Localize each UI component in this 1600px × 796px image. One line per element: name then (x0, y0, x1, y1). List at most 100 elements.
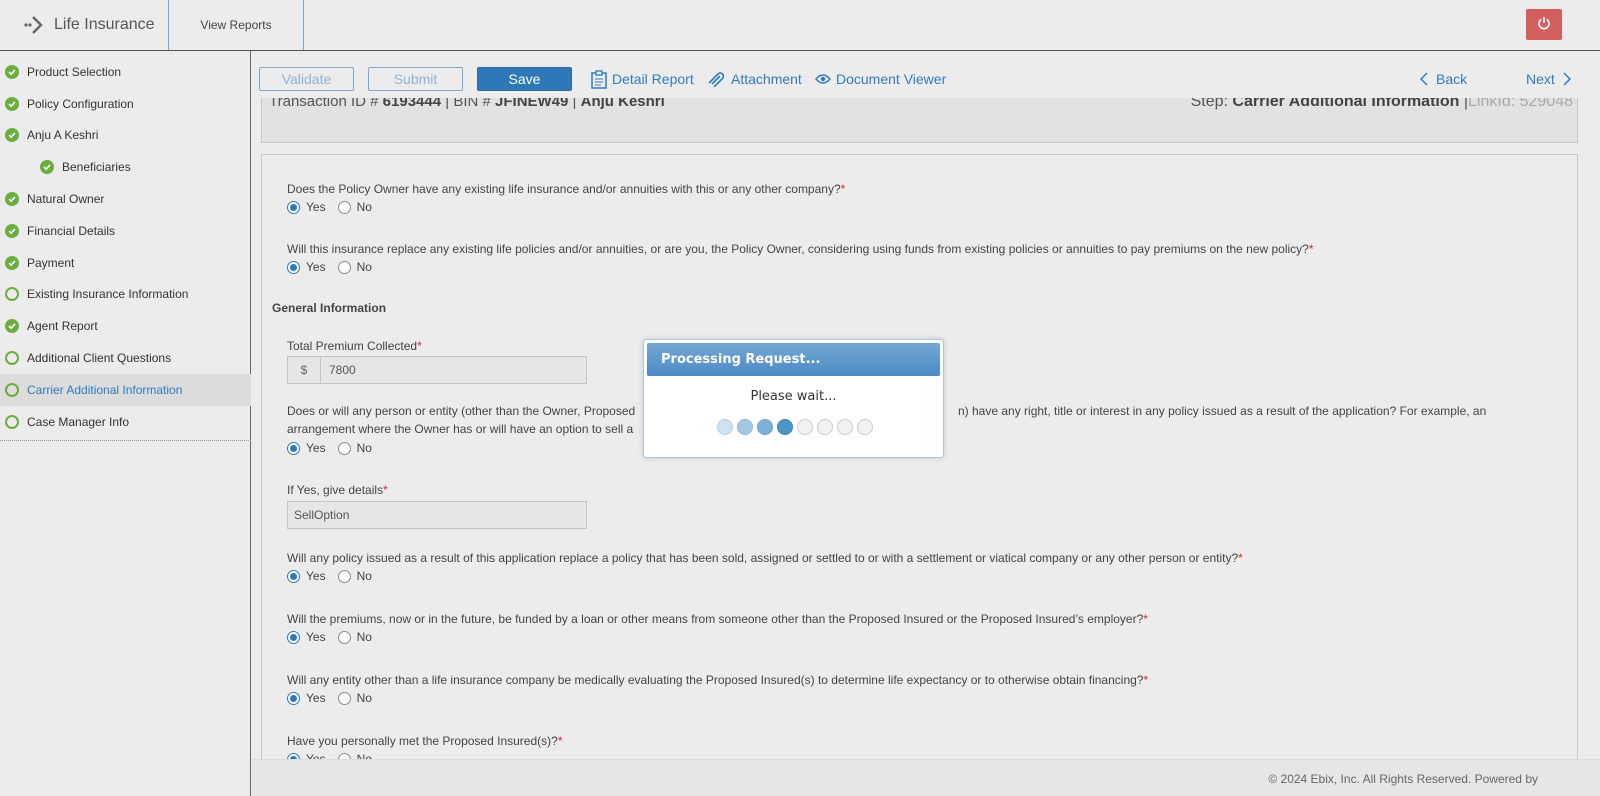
processing-dialog: Processing Request... Please wait... (643, 339, 944, 458)
required-marker: * (1143, 673, 1149, 687)
check-circle-icon (40, 160, 54, 175)
loading-dot (797, 419, 813, 435)
sidebar-item-financial-details[interactable]: Financial Details (0, 215, 251, 247)
next-link[interactable]: Next (1526, 67, 1571, 91)
sidebar-item-label: Additional Client Questions (27, 351, 172, 366)
empty-circle-icon (5, 382, 19, 397)
radio-no[interactable] (337, 200, 351, 214)
field-label: If Yes, give details (287, 483, 384, 497)
document-viewer-link[interactable]: Document Viewer (815, 67, 946, 91)
radio-yes[interactable] (287, 441, 300, 455)
field-label: Total Premium Collected (287, 339, 418, 353)
question-text: Does or will any person or entity (other… (287, 404, 636, 418)
radio-yes[interactable] (287, 630, 300, 644)
empty-circle-icon (5, 414, 19, 429)
premium-value: 7800 (329, 363, 356, 377)
check-circle-icon (5, 192, 19, 207)
radio-yes-label: Yes (306, 691, 326, 705)
back-label: Back (1436, 71, 1468, 87)
submit-button[interactable]: Submit (368, 67, 463, 91)
loading-dot (717, 419, 733, 435)
radio-no-label: No (356, 630, 372, 644)
dialog-message: Please wait... (750, 389, 837, 404)
details-value: SellOption (294, 508, 350, 522)
insured-name: Anju Keshri (580, 98, 665, 110)
radio-no[interactable] (337, 441, 351, 455)
sidebar-item-additional-client-questions[interactable]: Additional Client Questions (0, 342, 251, 374)
sidebar-item-label: Case Manager Info (27, 414, 130, 429)
chevron-logo-icon (24, 15, 46, 35)
question-met-insured: Have you personally met the Proposed Ins… (287, 734, 562, 748)
paperclip-icon (706, 71, 726, 87)
radio-no[interactable] (337, 691, 351, 705)
question-medical-evaluation: Will any entity other than a life insura… (287, 673, 1148, 687)
power-button[interactable] (1526, 9, 1562, 40)
save-button[interactable]: Save (477, 67, 572, 91)
premium-input[interactable]: $ 7800 (287, 356, 587, 384)
question-existing-insurance: Does the Policy Owner have any existing … (287, 182, 845, 196)
loading-dot (737, 419, 753, 435)
check-circle-icon (5, 223, 19, 238)
back-link[interactable]: Back (1420, 67, 1467, 91)
sidebar-item-insured[interactable]: Anju A Keshri (0, 120, 251, 152)
check-circle-icon (5, 96, 19, 111)
radio-no[interactable] (337, 260, 351, 274)
sidebar-item-natural-owner[interactable]: Natural Owner (0, 183, 251, 215)
empty-circle-icon (5, 287, 19, 302)
question-settled-policy: Will any policy issued as a result of th… (287, 551, 1243, 565)
sidebar-item-agent-report[interactable]: Agent Report (0, 310, 251, 342)
sidebar-item-case-manager-info[interactable]: Case Manager Info (0, 406, 251, 438)
loading-dot (857, 419, 873, 435)
sidebar-item-label: Anju A Keshri (27, 128, 99, 143)
sidebar-item-beneficiaries[interactable]: Beneficiaries (0, 151, 251, 183)
next-label: Next (1526, 71, 1555, 87)
transaction-info-bar: Transaction ID # 6193444 | BIN # JFINEW4… (261, 98, 1578, 143)
radio-group-third-party-interest: Yes No (287, 441, 384, 455)
view-reports-tab[interactable]: View Reports (169, 0, 304, 50)
details-input[interactable]: SellOption (287, 501, 587, 529)
question-replacement: Will this insurance replace any existing… (287, 242, 1314, 256)
required-marker: * (840, 182, 846, 196)
radio-yes[interactable] (287, 260, 300, 274)
loading-dot (777, 419, 793, 435)
toolbar: Validate Submit Save Detail Report Attac… (252, 60, 1600, 98)
transaction-info: Transaction ID # 6193444 | BIN # JFINEW4… (269, 98, 665, 110)
radio-no[interactable] (337, 569, 351, 583)
sidebar-item-carrier-additional-information[interactable]: Carrier Additional Information (0, 373, 251, 406)
radio-no[interactable] (337, 630, 351, 644)
radio-no-label: No (356, 260, 372, 274)
sidebar-item-label: Beneficiaries (62, 160, 131, 175)
power-icon (1537, 16, 1551, 33)
sidebar-item-payment[interactable]: Payment (0, 247, 251, 279)
question-text: Have you personally met the Proposed Ins… (287, 734, 558, 748)
chevron-right-icon (1563, 72, 1571, 86)
radio-yes[interactable] (287, 691, 300, 705)
copyright-text: © 2024 Ebix, Inc. All Rights Reserved. P… (1268, 772, 1538, 786)
check-circle-icon (5, 64, 19, 79)
premium-label: Total Premium Collected* (287, 339, 422, 353)
sidebar-item-product-selection[interactable]: Product Selection (0, 56, 251, 88)
attachment-label: Attachment (731, 71, 802, 87)
radio-no-label: No (356, 200, 372, 214)
sidebar-item-label: Natural Owner (27, 192, 105, 207)
sidebar-item-label: Carrier Additional Information (27, 382, 183, 397)
question-text: Will any entity other than a life insura… (287, 673, 1144, 687)
brand[interactable]: Life Insurance (0, 0, 169, 50)
radio-yes[interactable] (287, 569, 300, 583)
detail-report-link[interactable]: Detail Report (591, 67, 694, 91)
validate-button[interactable]: Validate (259, 67, 354, 91)
sidebar-item-label: Payment (27, 255, 75, 270)
sidebar-item-existing-insurance[interactable]: Existing Insurance Information (0, 279, 251, 311)
sidebar-item-label: Policy Configuration (27, 96, 134, 111)
sidebar-item-policy-configuration[interactable]: Policy Configuration (0, 88, 251, 120)
required-marker: * (557, 734, 563, 748)
radio-yes[interactable] (287, 200, 300, 214)
attachment-link[interactable]: Attachment (706, 67, 802, 91)
sidebar-item-label: Financial Details (27, 223, 116, 238)
radio-yes-label: Yes (306, 441, 326, 455)
top-header: Life Insurance View Reports (0, 0, 1600, 51)
transaction-id: 6193444 (382, 98, 442, 110)
question-text: Will the premiums, now or in the future,… (287, 612, 1144, 626)
document-viewer-label: Document Viewer (836, 71, 947, 87)
bin-value: JFINEW49 (495, 98, 569, 110)
